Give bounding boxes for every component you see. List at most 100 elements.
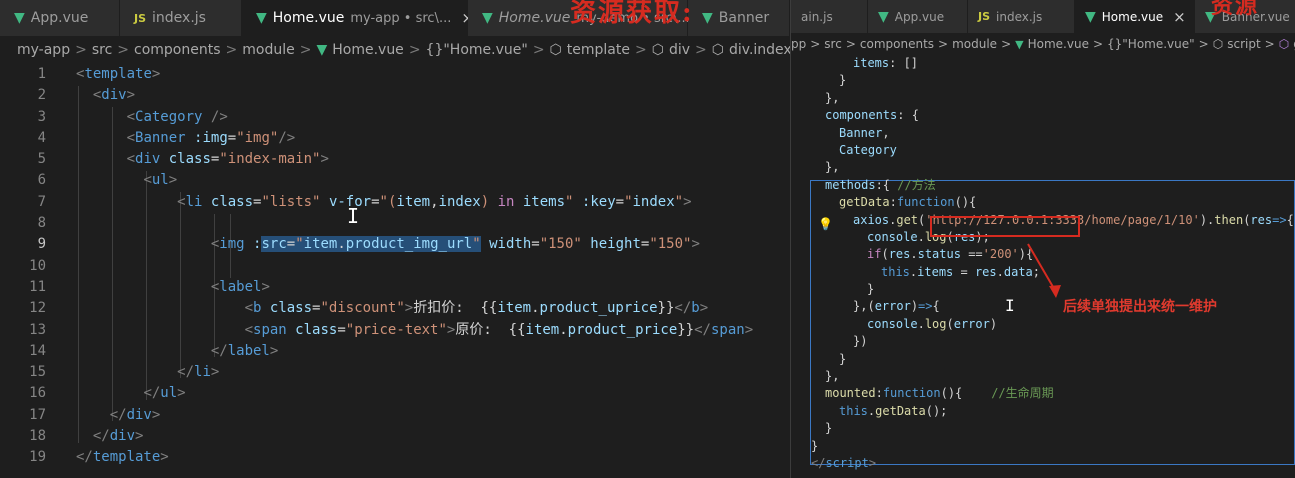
tab-app-vue[interactable]: ▼ App.vue (0, 0, 120, 36)
breadcrumb-item[interactable]: Home.vue (332, 42, 404, 58)
close-icon[interactable]: × (1173, 8, 1186, 26)
tab-label: Banner (718, 10, 770, 26)
breadcrumb-separator: > (1092, 37, 1104, 51)
line-number: 18 (29, 428, 46, 445)
line-content: } (839, 351, 847, 366)
line-number: 4 (37, 129, 46, 146)
tab-app-vue[interactable]: ▼ App.vue (868, 0, 968, 33)
breadcrumb-item[interactable]: pp (791, 37, 806, 51)
cube-icon: ⬡ (1212, 37, 1224, 51)
line-number: 15 (29, 364, 46, 381)
line-content: Category (839, 142, 897, 157)
line-content: </div> (92, 428, 144, 445)
breadcrumb-item[interactable]: module (242, 42, 294, 58)
code-line: 14 </label> (0, 341, 790, 362)
tab-label: Home.vue (1101, 9, 1164, 24)
line-content: }) (853, 334, 868, 349)
line-content: }, (825, 160, 840, 175)
vue-file-icon: ▼ (482, 10, 493, 26)
left-code-editor[interactable]: 1 <template> 2 <div> 3 <Category /> 4 <Ba… (0, 64, 790, 469)
code-line: 13 <span class="price-text">原价: {{item.p… (0, 320, 790, 341)
tab-label: App.vue (30, 10, 89, 26)
url-highlight-box (930, 216, 1080, 237)
line-number: 12 (29, 300, 46, 317)
line-content: <Category /> (126, 108, 228, 125)
vue-file-icon: ▼ (1015, 37, 1024, 51)
breadcrumb: my-app > src > components > module > ▼ H… (0, 36, 790, 64)
breadcrumb-separator: > (299, 42, 312, 58)
breadcrumb-item[interactable]: script (1227, 37, 1260, 51)
breadcrumb-item[interactable]: Home.vue (1028, 37, 1089, 51)
tab-index-js[interactable]: JS index.js (120, 0, 242, 36)
breadcrumb: pp > src > components > module > ▼ Home.… (791, 33, 1295, 55)
line-content: </template> (76, 449, 169, 466)
breadcrumb-separator: > (408, 42, 421, 58)
cube-icon: ⬡ (711, 42, 724, 58)
line-content: methods:{ //方法 (825, 177, 936, 192)
breadcrumb-item[interactable]: src (824, 37, 842, 51)
tab-home-vue[interactable]: ▼ Home.vue × (1075, 0, 1195, 33)
line-content: } (867, 282, 875, 297)
line-number: 11 (29, 278, 46, 295)
line-content: this.getData(); (839, 403, 948, 418)
breadcrumb-item[interactable]: my-app (17, 42, 70, 58)
breadcrumb-separator: > (695, 42, 707, 58)
code-line: 11 <label> (0, 277, 790, 298)
code-line: } (791, 351, 1295, 368)
tab-banner[interactable]: ▼ Banner (688, 0, 790, 36)
tab-banner-main[interactable]: ain.js (791, 0, 868, 33)
code-line: }) (791, 333, 1295, 350)
line-content: <ul> (143, 172, 178, 189)
tab-home-vue-my-app[interactable]: ▼ Home.vue my-app • src\... × (242, 0, 474, 36)
annotation-text: 后续单独提出来统一维护 (1063, 299, 1217, 315)
code-line: 2 <div> (0, 85, 790, 106)
breadcrumb-item[interactable]: components (134, 42, 221, 58)
line-content: </label> (210, 342, 279, 359)
breadcrumb-separator: > (75, 42, 87, 58)
code-line: 8 (0, 213, 790, 234)
line-content (76, 256, 84, 277)
line-content: },(error)=>{ (853, 299, 940, 314)
vue-file-icon: ▼ (316, 42, 328, 58)
line-content: </ul> (143, 385, 186, 402)
line-content: }, (825, 369, 840, 384)
code-line: 5 <div class="index-main"> (0, 149, 790, 170)
line-number: 10 (29, 257, 46, 274)
lightbulb-icon[interactable]: 💡 (818, 217, 833, 231)
breadcrumb-separator: > (225, 42, 238, 58)
line-content: }, (825, 90, 840, 105)
line-number: 2 (37, 87, 46, 104)
breadcrumb-separator: > (938, 37, 949, 51)
js-file-icon: JS (978, 10, 991, 23)
code-line: items: [] (791, 55, 1295, 72)
breadcrumb-item[interactable]: template (567, 42, 630, 58)
line-content: <div class="index-main"> (126, 151, 329, 168)
breadcrumb-item[interactable]: div (669, 42, 690, 58)
text-cursor-icon: I (347, 204, 360, 228)
tab-index-js[interactable]: JS index.js (968, 0, 1075, 33)
tab-label: index.js (152, 10, 206, 26)
tab-label: ain.js (801, 9, 833, 24)
watermark-text: 资源获取: (570, 0, 694, 28)
line-number: 9 (37, 236, 46, 253)
line-content: Banner, (839, 125, 890, 140)
breadcrumb-item[interactable]: module (952, 37, 997, 51)
line-number: 5 (37, 151, 46, 168)
code-line: components: { (791, 107, 1295, 124)
breadcrumb-item[interactable]: {}"Home.vue" (426, 42, 528, 58)
line-number: 16 (29, 385, 46, 402)
code-line: 10 (0, 256, 790, 277)
breadcrumb-item[interactable]: div.index-main (729, 42, 790, 58)
breadcrumb-item[interactable]: src (92, 42, 112, 58)
line-number: 8 (37, 215, 46, 232)
line-content: } (825, 421, 833, 436)
code-line: },(error)=>{ (791, 298, 1295, 315)
line-content: if(res.status =='200'){ (867, 247, 1034, 262)
arrow-icon (1027, 243, 1061, 298)
breadcrumb-item[interactable]: components (860, 37, 934, 51)
breadcrumb-item[interactable]: {}"Home.vue" (1107, 37, 1195, 51)
line-content: <img :src="item.product_img_url" width="… (210, 236, 700, 253)
code-line: mounted:function(){ //生命周期 (791, 385, 1295, 402)
code-line: Banner, (791, 125, 1295, 142)
vue-file-icon: ▼ (702, 10, 713, 26)
